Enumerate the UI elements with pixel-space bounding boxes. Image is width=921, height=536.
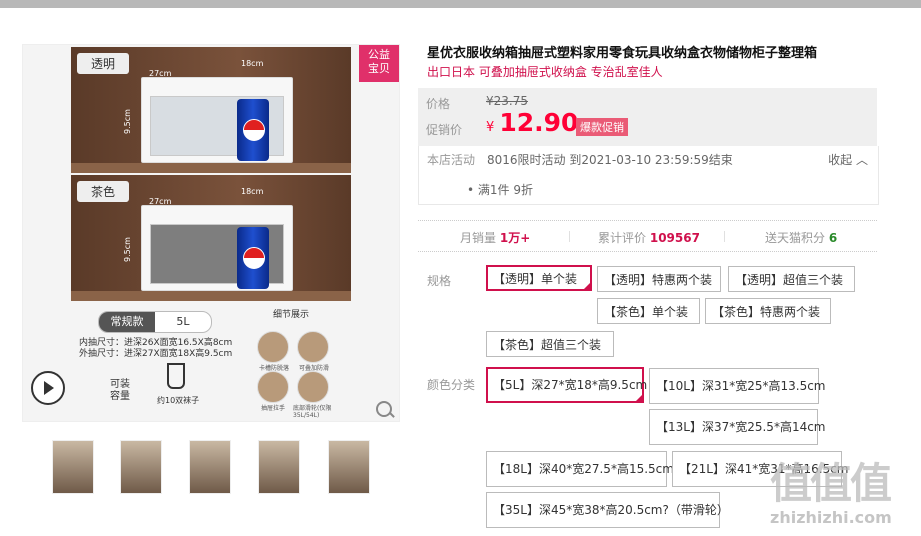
color-option-5l[interactable]: 【5L】深27*宽18*高9.5cm bbox=[486, 367, 647, 403]
spec-label: 规格 bbox=[427, 274, 452, 288]
tag-tea: 茶色 bbox=[77, 181, 130, 202]
dim-depth: 27cm bbox=[149, 69, 172, 78]
activity-label: 本店活动 bbox=[427, 153, 476, 167]
dim-width: 18cm bbox=[241, 59, 264, 68]
total-reviews[interactable]: 累计评价 109567 bbox=[598, 229, 700, 246]
chevron-up-icon: ︿ bbox=[855, 153, 868, 167]
price-label: 价格 bbox=[426, 97, 451, 111]
thumbnail-2[interactable] bbox=[120, 440, 162, 494]
activity-text: 8016限时活动 到2021-03-10 23:59:59结束 bbox=[487, 153, 733, 167]
color-option-10l[interactable]: 【10L】深31*宽25*高13.5cm bbox=[649, 368, 826, 404]
charity-badge: 公益 宝贝 bbox=[359, 45, 399, 82]
spec-option-6[interactable]: 【茶色】超值三个装 bbox=[486, 331, 614, 357]
detail-photo-1 bbox=[257, 331, 289, 363]
detail-label-2: 可叠加防滑 bbox=[299, 365, 330, 372]
sock-label: 约10双袜子 bbox=[157, 396, 200, 405]
detail-label-3: 抽屉拉手 bbox=[261, 405, 286, 412]
play-icon[interactable] bbox=[31, 371, 65, 405]
detail-photo-2 bbox=[297, 331, 329, 363]
spec-inner: 内抽尺寸：进深26X面宽16.5X高8cm bbox=[79, 338, 233, 348]
top-bar bbox=[0, 0, 921, 8]
product-photo-transparent: 透明 18cm 27cm 9.5cm bbox=[71, 47, 351, 173]
promo-price-label: 促销价 bbox=[426, 123, 463, 137]
collapse-button[interactable]: 收起 ︿ bbox=[828, 151, 868, 168]
size-toggle: 常规款 5L bbox=[98, 311, 212, 333]
dim-height: 9.5cm bbox=[122, 237, 132, 262]
spec-option-2[interactable]: 【透明】特惠两个装 bbox=[597, 266, 721, 292]
size-specs: 内抽尺寸：进深26X面宽16.5X高8cm 外抽尺寸：进深27X面宽18X高9.… bbox=[79, 338, 232, 360]
detail-photo-4 bbox=[297, 371, 329, 403]
color-label: 颜色分类 bbox=[427, 378, 476, 392]
toggle-5l: 5L bbox=[176, 315, 190, 328]
dim-width: 18cm bbox=[241, 187, 264, 196]
spec-option-1[interactable]: 【透明】单个装 bbox=[486, 265, 592, 291]
capacity-label: 可装 容量 bbox=[110, 379, 130, 402]
store-activity: 本店活动 8016限时活动 到2021-03-10 23:59:59结束 收起 … bbox=[418, 146, 879, 205]
thumbnail-5[interactable] bbox=[328, 440, 370, 494]
product-photo-tea: 茶色 18cm 27cm 9.5cm bbox=[71, 175, 351, 301]
soda-can bbox=[237, 99, 269, 161]
thumbnail-3[interactable] bbox=[189, 440, 231, 494]
storage-box-transparent bbox=[141, 77, 293, 163]
watermark-logo: 值值值 bbox=[770, 459, 892, 508]
price-box: 价格 ¥23.75 促销价 ¥ 12.90 爆款促销 bbox=[418, 88, 877, 146]
spec-outer: 外抽尺寸：进深27X面宽18X高9.5cm bbox=[79, 349, 233, 359]
original-price: ¥23.75 bbox=[486, 94, 528, 108]
spec-option-5[interactable]: 【茶色】特惠两个装 bbox=[705, 298, 831, 324]
magnifier-icon[interactable] bbox=[376, 401, 392, 417]
tmall-points: 送天猫积分 6 bbox=[765, 231, 838, 245]
product-title: 星优衣服收纳箱抽屉式塑料家用零食玩具收纳盒衣物储物柜子整理箱 bbox=[427, 46, 818, 61]
detail-label-1: 卡槽防脱落 bbox=[259, 365, 290, 372]
spec-option-4[interactable]: 【茶色】单个装 bbox=[597, 298, 700, 324]
main-product-image[interactable]: 透明 18cm 27cm 9.5cm 茶色 18cm 27cm 9.5cm 公益… bbox=[22, 44, 400, 422]
detail-title: 细节展示 bbox=[273, 310, 310, 320]
detail-label-4: 底部滑轮(仅限35L/54L) bbox=[293, 405, 332, 419]
tag-transparent: 透明 bbox=[77, 53, 130, 74]
monthly-sales: 月销量 1万+ bbox=[460, 231, 531, 245]
thumbnail-1[interactable] bbox=[52, 440, 94, 494]
product-subtitle: 出口日本 可叠加抽屉式收纳盒 专治乱室佳人 bbox=[427, 65, 663, 79]
dim-height: 9.5cm bbox=[122, 109, 132, 134]
sock-icon bbox=[167, 363, 185, 389]
color-option-35l[interactable]: 【35L】深45*宽38*高20.5cm?（带滑轮） bbox=[486, 492, 729, 528]
storage-box-tea bbox=[141, 205, 293, 291]
color-option-18l[interactable]: 【18L】深40*宽27.5*高15.5cm bbox=[486, 451, 674, 487]
promo-tag: 爆款促销 bbox=[576, 118, 628, 136]
soda-can bbox=[237, 227, 269, 289]
sales-stats: 月销量 1万+ 累计评价 109567 送天猫积分 6 bbox=[418, 220, 877, 252]
toggle-regular: 常规款 bbox=[99, 312, 155, 332]
spec-option-3[interactable]: 【透明】超值三个装 bbox=[728, 266, 855, 292]
thumbnail-4[interactable] bbox=[258, 440, 300, 494]
activity-item: • 满1件 9折 bbox=[467, 183, 533, 197]
watermark-url: zhizhizhi.com bbox=[770, 508, 892, 527]
color-option-13l[interactable]: 【13L】深37*宽25.5*高14cm bbox=[649, 409, 826, 445]
detail-photo-3 bbox=[257, 371, 289, 403]
dim-depth: 27cm bbox=[149, 197, 172, 206]
promo-price: ¥ 12.90 bbox=[486, 108, 579, 137]
